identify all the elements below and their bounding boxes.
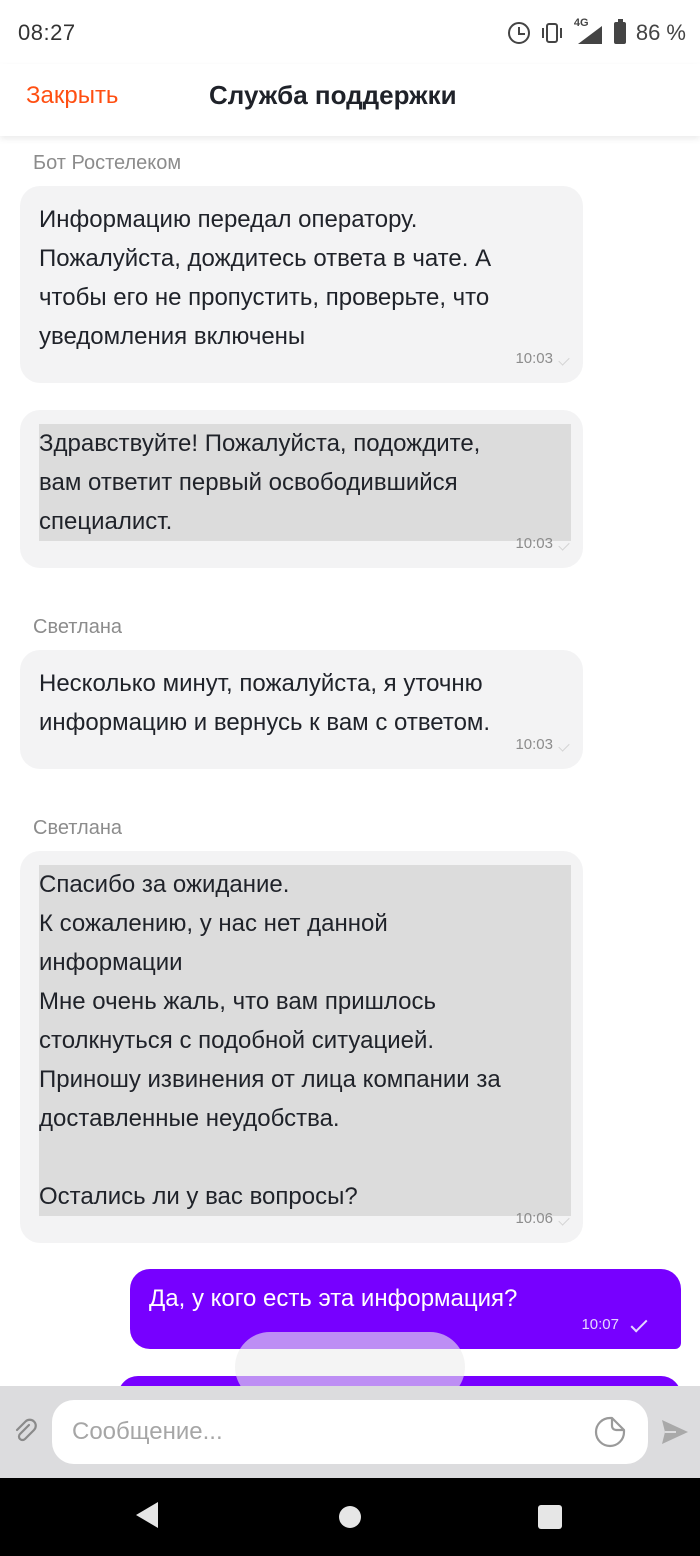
network-type-label: 4G xyxy=(573,17,589,29)
paperclip-icon[interactable] xyxy=(12,1418,40,1446)
message-text: Здравствуйте! Пожалуйста, подождите, вам… xyxy=(39,424,571,541)
message-text: Да, у кого есть эта информация? xyxy=(149,1285,518,1312)
status-icons: 4G 86 % xyxy=(507,17,686,48)
chat-header: Закрыть Служба поддержки xyxy=(0,64,700,136)
chat-screen: 08:27 4G 86 % Закрыть Служба поддержки Б… xyxy=(0,0,700,1556)
battery-percent: 86 % xyxy=(635,20,686,45)
message-text: Информацию передал оператору. Пожалуйста… xyxy=(39,206,492,350)
incoming-message[interactable]: Несколько минут, пожалуйста, я уточню ин… xyxy=(20,650,583,769)
message-time: 10:07 xyxy=(581,1316,619,1333)
message-list[interactable]: Бот Ростелеком Информацию передал операт… xyxy=(0,136,700,1386)
alarm-icon xyxy=(507,22,530,44)
status-time: 08:27 xyxy=(18,20,76,45)
close-button[interactable]: Закрыть xyxy=(26,82,118,110)
message-time: 10:03 xyxy=(515,535,553,552)
system-nav-bar xyxy=(0,1478,700,1556)
status-bar: 08:27 4G 86 % xyxy=(0,0,700,64)
incoming-message[interactable]: Спасибо за ожидание. К сожалению, у нас … xyxy=(20,851,583,1243)
signal-icon: 4G xyxy=(573,17,604,46)
read-check-icon xyxy=(558,539,570,551)
back-icon[interactable] xyxy=(136,1502,158,1528)
incoming-message[interactable]: Здравствуйте! Пожалуйста, подождите, вам… xyxy=(20,410,583,568)
scroll-down-button[interactable] xyxy=(235,1332,465,1386)
send-icon[interactable] xyxy=(660,1418,690,1446)
message-time: 10:03 xyxy=(515,350,553,367)
home-icon[interactable] xyxy=(339,1506,361,1528)
message-input[interactable] xyxy=(72,1400,572,1464)
vibrate-icon xyxy=(540,23,564,43)
sender-name: Светлана xyxy=(33,616,122,638)
battery-icon xyxy=(613,19,626,44)
message-composer xyxy=(0,1386,700,1478)
page-title: Служба поддержки xyxy=(209,80,457,110)
sent-check-icon xyxy=(630,1315,648,1333)
recents-icon[interactable] xyxy=(538,1505,562,1529)
read-check-icon xyxy=(558,740,570,752)
message-text: Спасибо за ожидание. К сожалению, у нас … xyxy=(39,865,571,1216)
sender-name: Светлана xyxy=(33,817,122,839)
sticker-icon[interactable] xyxy=(594,1416,626,1448)
message-time: 10:03 xyxy=(515,736,553,753)
read-check-icon xyxy=(558,354,570,366)
message-time: 10:06 xyxy=(515,1210,553,1227)
message-input-field[interactable] xyxy=(52,1400,648,1464)
message-text: Несколько минут, пожалуйста, я уточню ин… xyxy=(39,670,491,736)
incoming-message[interactable]: Информацию передал оператору. Пожалуйста… xyxy=(20,186,583,383)
read-check-icon xyxy=(558,1214,570,1226)
sender-name: Бот Ростелеком xyxy=(33,152,182,174)
